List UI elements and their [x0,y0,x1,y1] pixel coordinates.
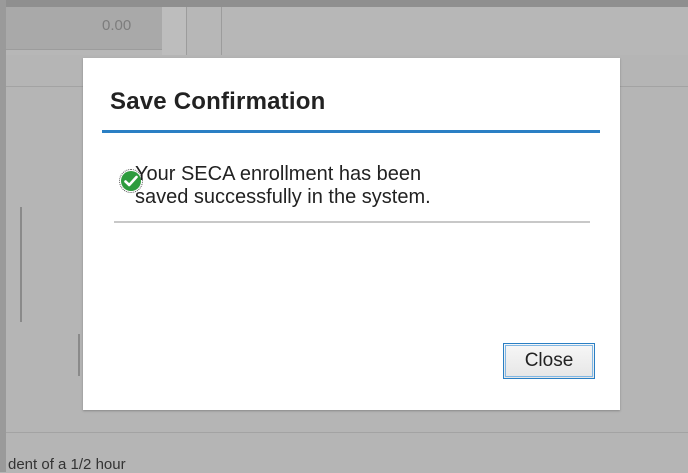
window-top-border [0,0,688,7]
vertical-divider [78,334,80,376]
table-cell [162,7,187,55]
amount-field: 0.00 [6,7,163,50]
message-divider [114,221,590,223]
footer-divider [6,432,688,433]
save-confirmation-dialog: Save Confirmation Your SECA enrollment h… [83,58,620,410]
title-divider [102,130,600,133]
message-line: Your SECA enrollment has been [135,163,422,185]
dialog-title: Save Confirmation [110,88,326,115]
footer-text: dent of a 1/2 hour [8,456,126,473]
window-left-border [0,0,6,472]
table-cell [186,7,222,55]
vertical-divider [20,207,22,322]
message-line: saved successfully in the system. [135,186,431,208]
close-button[interactable]: Close [503,343,595,379]
amount-value: 0.00 [102,17,132,34]
confirmation-message: Your SECA enrollment has been saved succ… [135,163,535,209]
